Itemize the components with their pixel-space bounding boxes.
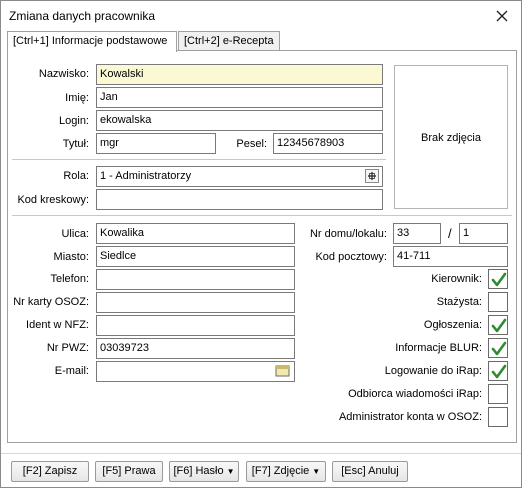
button-bar: [F2] Zapisz [F5] Prawa [F6] Hasło ▼ [F7] … (1, 453, 521, 487)
nr-karty-osoz-field[interactable] (96, 292, 295, 313)
kierownik-checkbox[interactable] (488, 269, 508, 289)
slash-separator: / (448, 226, 452, 241)
ogloszenia-checkbox[interactable] (488, 315, 508, 335)
check-icon (491, 364, 507, 379)
tytul-label: Tytuł: (62, 138, 89, 150)
photo-button-label: [F7] Zdjęcie (251, 465, 310, 477)
rola-value: 1 - Administratorzy (100, 170, 192, 182)
dropdown-arrow-icon: ▼ (312, 467, 321, 476)
envelope-icon (275, 365, 290, 377)
password-button[interactable]: [F6] Hasło ▼ (169, 461, 239, 482)
telefon-label: Telefon: (50, 273, 89, 285)
kod-pocztowy-field[interactable]: 41-711 (393, 246, 508, 267)
password-button-label: [F6] Hasło (173, 465, 224, 477)
email-button[interactable] (275, 364, 291, 378)
dropdown-arrow-icon: ▼ (226, 467, 235, 476)
stazysta-label: Stażysta: (436, 296, 482, 308)
stazysta-checkbox[interactable] (488, 292, 508, 312)
check-icon (491, 318, 507, 333)
odbiorca-wiadomosci-irap-checkbox[interactable] (488, 384, 508, 404)
section-divider (12, 159, 386, 160)
telefon-field[interactable] (96, 269, 295, 290)
email-label: E-mail: (54, 365, 89, 377)
dialog-window: Zmiana danych pracownika [Ctrl+1] Inform… (0, 0, 522, 488)
window-title: Zmiana danych pracownika (9, 9, 156, 23)
miasto-label: Miasto: (53, 251, 89, 263)
nazwisko-label: Nazwisko: (38, 68, 89, 80)
login-field[interactable]: ekowalska (96, 110, 383, 131)
logowanie-irap-checkbox[interactable] (488, 361, 508, 381)
tab-panel: Nazwisko: Kowalski Imię: Jan Login: ekow… (7, 50, 517, 443)
tab-label: [Ctrl+1] Informacje podstawowe (13, 35, 168, 47)
add-role-button[interactable] (365, 169, 379, 183)
kod-kreskowy-field[interactable] (96, 189, 383, 210)
check-icon (491, 272, 507, 287)
administrator-konta-osoz-label: Administrator konta w OSOZ: (338, 411, 482, 423)
title-bar: Zmiana danych pracownika (1, 1, 521, 31)
nr-domu-field[interactable]: 33 (393, 223, 441, 244)
nr-karty-osoz-label: Nr karty OSOZ: (13, 296, 89, 308)
close-button[interactable] (491, 5, 513, 27)
save-button-label: [F2] Zapisz (22, 465, 78, 477)
rola-label: Rola: (63, 170, 89, 182)
tytul-field[interactable]: mgr (96, 133, 216, 154)
imie-field[interactable]: Jan (96, 87, 383, 108)
cancel-button-label: [Esc] Anuluj (341, 465, 399, 477)
tab-informacje-podstawowe[interactable]: [Ctrl+1] Informacje podstawowe (7, 31, 177, 52)
pesel-label: Pesel: (236, 138, 267, 150)
kierownik-label: Kierownik: (431, 273, 482, 285)
ogloszenia-label: Ogłoszenia: (423, 319, 482, 331)
imie-label: Imię: (65, 92, 89, 104)
pesel-field[interactable]: 12345678903 (273, 133, 383, 154)
no-photo-text: Brak zdjęcia (421, 132, 481, 144)
odbiorca-wiadomosci-irap-label: Odbiorca wiadomości iRap: (348, 388, 482, 400)
rola-field[interactable]: 1 - Administratorzy (96, 166, 383, 187)
nr-lokalu-field[interactable]: 1 (459, 223, 508, 244)
informacje-blur-checkbox[interactable] (488, 338, 508, 358)
logowanie-irap-label: Logowanie do iRap: (384, 365, 482, 377)
save-button[interactable]: [F2] Zapisz (11, 461, 89, 482)
rights-button[interactable]: [F5] Prawa (95, 461, 163, 482)
kod-pocztowy-label: Kod pocztowy: (315, 251, 387, 263)
kod-kreskowy-label: Kod kreskowy: (17, 194, 89, 206)
administrator-konta-osoz-checkbox[interactable] (488, 407, 508, 427)
section-divider (12, 215, 512, 216)
nr-pwz-label: Nr PWZ: (46, 342, 89, 354)
ulica-label: Ulica: (61, 228, 89, 240)
nr-pwz-field[interactable]: 03039723 (96, 338, 295, 359)
nazwisko-field[interactable]: Kowalski (96, 64, 383, 85)
informacje-blur-label: Informacje BLUR: (395, 342, 482, 354)
photo-box[interactable]: Brak zdjęcia (394, 65, 508, 209)
rights-button-label: [F5] Prawa (102, 465, 156, 477)
miasto-field[interactable]: Siedlce (96, 246, 295, 267)
tab-e-recepta[interactable]: [Ctrl+2] e-Recepta (178, 31, 280, 51)
email-field[interactable] (96, 361, 295, 382)
tab-label: [Ctrl+2] e-Recepta (184, 35, 274, 47)
check-icon (491, 341, 507, 356)
close-icon (496, 10, 508, 22)
nr-domu-label: Nr domu/lokalu: (309, 228, 387, 240)
cancel-button[interactable]: [Esc] Anuluj (332, 461, 408, 482)
ident-nfz-field[interactable] (96, 315, 295, 336)
ident-nfz-label: Ident w NFZ: (26, 319, 89, 331)
login-label: Login: (59, 115, 89, 127)
photo-button[interactable]: [F7] Zdjęcie ▼ (246, 461, 326, 482)
plus-icon (368, 172, 376, 180)
ulica-field[interactable]: Kowalika (96, 223, 295, 244)
